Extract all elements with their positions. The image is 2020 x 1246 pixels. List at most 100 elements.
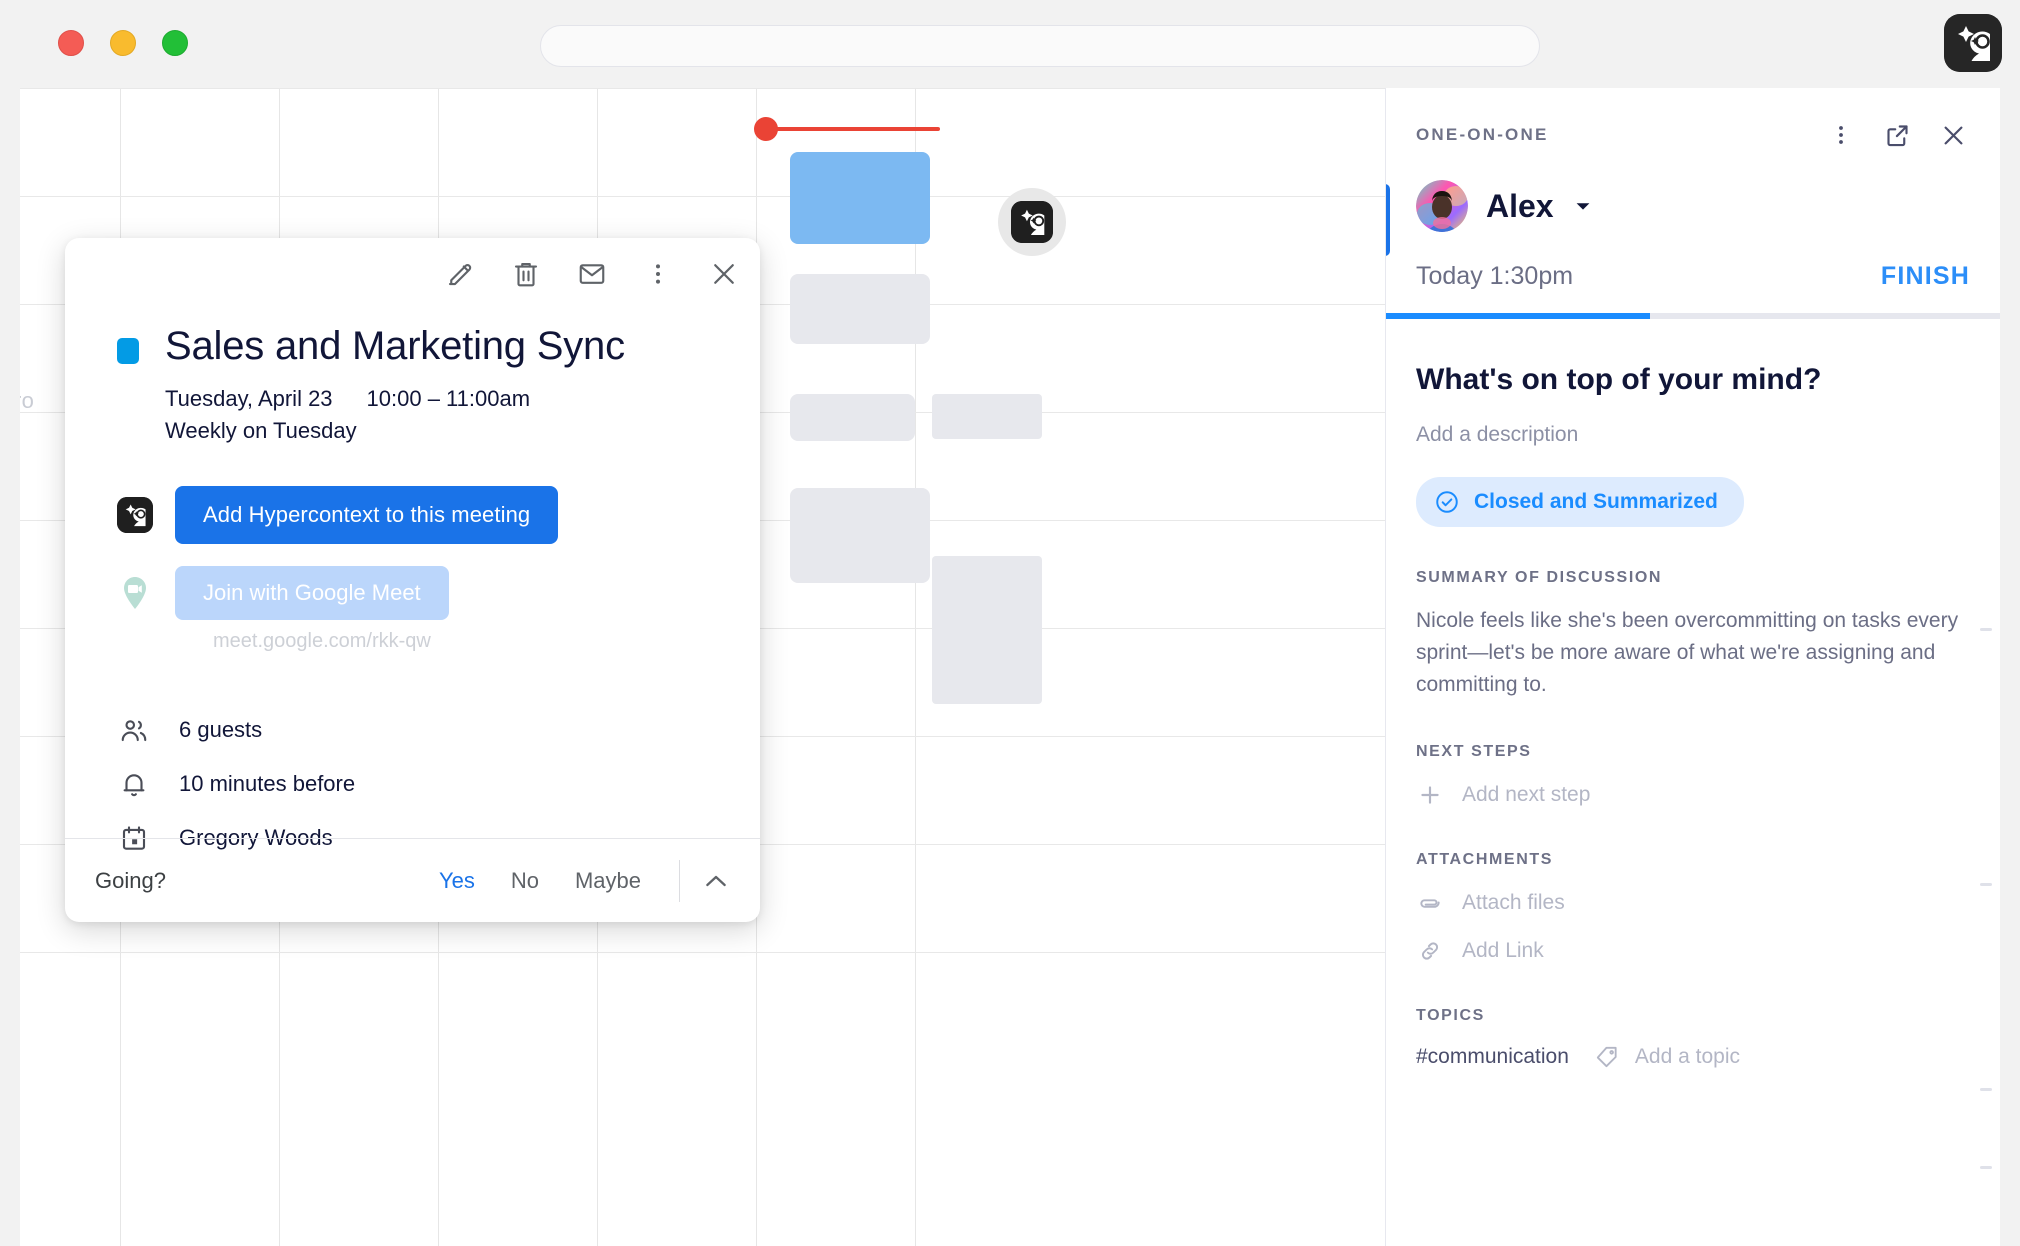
maximize-window-button[interactable] <box>162 30 188 56</box>
event-detail-popup: Sales and Marketing Sync Tuesday, April … <box>65 238 760 922</box>
calendar-column-divider <box>915 88 916 1246</box>
calendar-event[interactable] <box>790 488 930 583</box>
rsvp-maybe-button[interactable]: Maybe <box>557 868 659 894</box>
next-steps-section-label: NEXT STEPS <box>1416 742 1532 760</box>
meeting-time: Today 1:30pm <box>1416 262 1574 290</box>
event-datetime: Tuesday, April 23 10:00 – 11:00am Weekly … <box>165 383 732 448</box>
attach-files-button[interactable]: Attach files <box>1416 889 1970 917</box>
topics-row: #communication Add a topic <box>1416 1043 1970 1071</box>
address-bar-input[interactable] <box>541 26 1539 66</box>
window-controls <box>58 30 188 56</box>
event-title: Sales and Marketing Sync <box>165 324 625 368</box>
hypercontext-event-badge[interactable] <box>998 188 1066 256</box>
add-hypercontext-button[interactable]: Add Hypercontext to this meeting <box>175 485 559 544</box>
paperclip-icon <box>1416 889 1444 917</box>
event-time: 10:00 – 11:00am <box>366 385 531 411</box>
event-date: Tuesday, April 23 <box>165 385 333 411</box>
meeting-progress-fill <box>1386 313 1651 319</box>
open-external-icon[interactable] <box>1880 118 1914 152</box>
minimize-window-button[interactable] <box>110 30 136 56</box>
person-name: Alex <box>1486 187 1554 224</box>
event-title-row: Sales and Marketing Sync <box>117 324 732 369</box>
add-description-button[interactable]: Add a description <box>1416 423 1970 447</box>
close-icon[interactable] <box>1936 118 1970 152</box>
address-bar[interactable] <box>540 25 1540 67</box>
attach-files-label: Attach files <box>1462 890 1565 914</box>
rsvp-yes-button[interactable]: Yes <box>421 868 493 894</box>
avatar <box>1416 180 1468 232</box>
google-meet-icon <box>117 575 153 611</box>
hypercontext-extension-icon[interactable] <box>1944 14 2002 72</box>
summary-text: Nicole feels like she's been overcommitt… <box>1416 609 1959 696</box>
sidebar-header: ONE-ON-ONE Alex Today 1:30pm FINISH <box>1386 88 2000 291</box>
add-link-label: Add Link <box>1462 938 1544 962</box>
event-popup-body: Sales and Marketing Sync Tuesday, April … <box>65 238 760 865</box>
calendar-event[interactable] <box>790 274 930 344</box>
sidebar-drag-handle[interactable] <box>1386 184 1390 256</box>
envelope-icon[interactable] <box>574 256 610 292</box>
add-next-step-label: Add next step <box>1462 782 1591 806</box>
chevron-down-icon[interactable] <box>1572 195 1594 217</box>
event-recurrence: Weekly on Tuesday <box>165 418 357 444</box>
tag-icon <box>1593 1043 1621 1071</box>
google-meet-action-row: Join with Google Meet <box>117 565 732 620</box>
attachments-section-label: ATTACHMENTS <box>1416 850 1553 868</box>
calendar-viewport: ro <box>20 88 2000 1246</box>
calendar-event[interactable] <box>932 394 1042 439</box>
sidebar-time-row: Today 1:30pm FINISH <box>1416 262 1970 291</box>
rsvp-prompt-label: Going? <box>95 867 166 893</box>
scroll-tick <box>1980 628 1992 631</box>
link-icon <box>1416 937 1444 965</box>
close-icon[interactable] <box>706 256 742 292</box>
scroll-tick <box>1980 883 1992 886</box>
add-next-step-button[interactable]: Add next step <box>1416 781 1970 809</box>
calendar-event[interactable] <box>790 394 915 441</box>
hypercontext-logo-icon <box>117 496 153 533</box>
event-color-chip <box>117 338 139 364</box>
event-reminder-text: 10 minutes before <box>179 770 356 796</box>
plus-icon <box>1416 781 1444 809</box>
close-window-button[interactable] <box>58 30 84 56</box>
finish-button[interactable]: FINISH <box>1881 262 1970 291</box>
more-vertical-icon[interactable] <box>640 256 676 292</box>
calendar-event-highlighted[interactable] <box>790 152 930 244</box>
status-badge-label: Closed and Summarized <box>1474 490 1718 513</box>
agenda-question: What's on top of your mind? <box>1416 363 1822 396</box>
event-reminder-row[interactable]: 10 minutes before <box>117 757 732 811</box>
join-google-meet-button[interactable]: Join with Google Meet <box>175 565 449 620</box>
event-guests-text: 6 guests <box>179 716 263 742</box>
add-topic-label: Add a topic <box>1634 1044 1740 1068</box>
google-meet-url: meet.google.com/rkk-qw <box>213 629 431 652</box>
event-popup-toolbar <box>442 256 742 292</box>
people-icon <box>117 713 151 747</box>
current-time-line <box>768 127 940 131</box>
status-badge[interactable]: Closed and Summarized <box>1416 477 1744 527</box>
browser-chrome <box>0 0 2020 88</box>
scroll-tick <box>1980 1166 1992 1169</box>
add-link-button[interactable]: Add Link <box>1416 937 1970 965</box>
event-guests-row[interactable]: 6 guests <box>117 703 732 757</box>
sidebar-header-actions <box>1824 118 1970 152</box>
meeting-type-label: ONE-ON-ONE <box>1416 125 1549 144</box>
hypercontext-logo-icon <box>1011 201 1053 243</box>
summary-section-label: SUMMARY OF DISCUSSION <box>1416 569 1663 586</box>
more-vertical-icon[interactable] <box>1824 118 1858 152</box>
rsvp-divider <box>679 859 680 902</box>
event-actions: Add Hypercontext to this meeting Join wi… <box>117 485 732 653</box>
calendar-ghost-label: ro <box>20 388 35 413</box>
edit-icon[interactable] <box>442 256 478 292</box>
sidebar-person-row[interactable]: Alex <box>1416 180 1970 232</box>
rsvp-options: Yes No Maybe <box>421 857 740 905</box>
event-rsvp-footer: Going? Yes No Maybe <box>65 838 760 922</box>
sidebar-content: What's on top of your mind? Add a descri… <box>1386 363 2000 1071</box>
calendar-event[interactable] <box>932 556 1042 704</box>
current-time-dot <box>754 117 778 141</box>
add-topic-button[interactable]: Add a topic <box>1593 1043 1740 1071</box>
sidebar-top-row: ONE-ON-ONE <box>1416 118 1970 152</box>
topics-section-label: TOPICS <box>1416 1006 1485 1024</box>
rsvp-no-button[interactable]: No <box>493 868 557 894</box>
chevron-up-icon[interactable] <box>692 857 740 905</box>
check-circle-icon <box>1434 489 1460 515</box>
topic-tag[interactable]: #communication <box>1416 1045 1569 1069</box>
trash-icon[interactable] <box>508 256 544 292</box>
